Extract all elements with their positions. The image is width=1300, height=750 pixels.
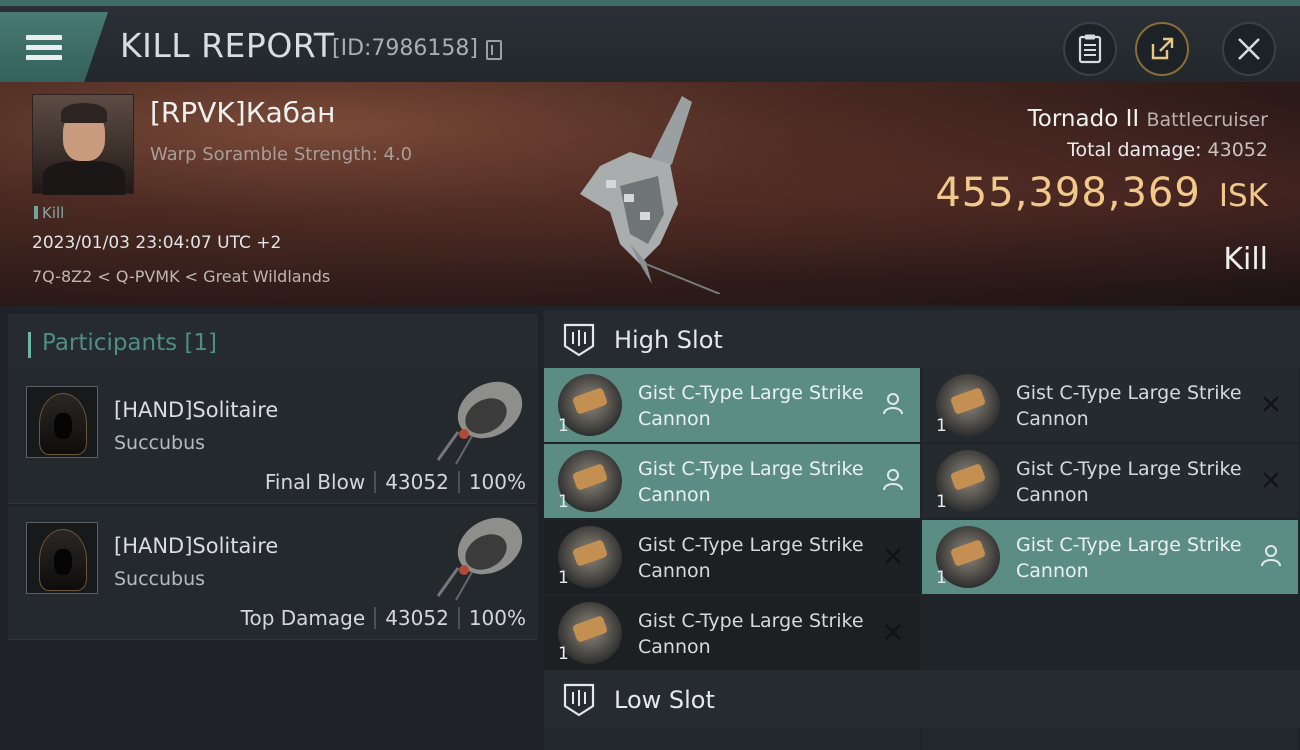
module-name: Gist C-Type Large Strike Cannon xyxy=(638,382,864,430)
participant-stats: Top Damage 43052 100% xyxy=(241,606,526,630)
low-slot-icon xyxy=(563,683,595,717)
module-slot[interactable]: 1 Gist C-Type Large Strike Cannon xyxy=(922,368,1298,442)
total-damage-value: 43052 xyxy=(1207,139,1268,161)
module-qty: 1 xyxy=(936,416,947,436)
victim-name[interactable]: [RPVK]Кабан xyxy=(150,96,335,129)
share-icon xyxy=(1151,37,1174,60)
high-slot-header: High Slot xyxy=(544,310,1300,368)
total-damage: Total damage: 43052 xyxy=(1067,139,1268,161)
victim-banner: [RPVK]Кабан Warp Soramble Strength: 4.0 … xyxy=(0,82,1300,306)
kill-result: Kill xyxy=(1223,242,1268,277)
kill-datetime: 2023/01/03 23:04:07 UTC +2 xyxy=(32,233,282,253)
close-icon xyxy=(1238,38,1260,60)
module-qty: 1 xyxy=(936,568,947,588)
kill-location[interactable]: 7Q-8Z2 < Q-PVMK < Great Wildlands xyxy=(32,267,330,286)
ship-render xyxy=(580,96,721,294)
clipboard-icon xyxy=(1078,34,1102,64)
copy-icon[interactable] xyxy=(486,40,502,60)
module-qty: 1 xyxy=(558,644,569,664)
user-icon xyxy=(1261,545,1281,567)
module-qty: 1 xyxy=(558,568,569,588)
participant-name[interactable]: [HAND]Solitaire xyxy=(114,534,278,558)
x-icon xyxy=(885,548,901,564)
module-qty: 1 xyxy=(558,492,569,512)
user-icon xyxy=(883,393,903,415)
close-button[interactable] xyxy=(1222,22,1276,76)
module-slot[interactable]: 1 Gist C-Type Large Strike Cannon xyxy=(544,368,920,442)
module-qty: 1 xyxy=(558,416,569,436)
module-slot[interactable]: 1 Gist C-Type Large Strike Cannon xyxy=(922,444,1298,518)
ship-type[interactable]: Tornado II Battlecruiser xyxy=(1028,106,1268,132)
module-name: Gist C-Type Large Strike Cannon xyxy=(1016,382,1242,430)
participant-role: Top Damage xyxy=(240,606,366,630)
module-name: Gist C-Type Large Strike Cannon xyxy=(638,458,864,506)
participant-percent: 100% xyxy=(468,606,526,630)
clipboard-button[interactable] xyxy=(1063,22,1117,76)
top-bar: KILL REPORT [ID:7986158] xyxy=(0,0,1300,82)
isk-value: 455,398,369 ISK xyxy=(935,170,1268,216)
high-slot-icon xyxy=(563,323,595,357)
participant-name[interactable]: [HAND]Solitaire xyxy=(114,398,278,422)
isk-amount: 455,398,369 xyxy=(935,170,1201,216)
module-slot-partial[interactable] xyxy=(922,728,1298,750)
page-title: KILL REPORT xyxy=(120,26,335,65)
hamburger-icon xyxy=(26,30,62,65)
participant-avatar[interactable] xyxy=(26,386,98,458)
module-slot[interactable]: 1 Gist C-Type Large Strike Cannon xyxy=(544,444,920,518)
low-slot-header: Low Slot xyxy=(544,670,1300,728)
module-name: Gist C-Type Large Strike Cannon xyxy=(638,534,864,582)
high-slot-label: High Slot xyxy=(614,326,723,354)
x-icon xyxy=(885,624,901,640)
module-slot[interactable]: 1 Gist C-Type Large Strike Cannon xyxy=(544,520,920,594)
x-icon xyxy=(1263,472,1279,488)
ship-class: Battlecruiser xyxy=(1146,109,1268,131)
participant-row[interactable]: [HAND]Solitaire Succubus Top Damage 43052… xyxy=(8,506,538,640)
participant-ship-render xyxy=(436,517,523,601)
participant-role: Final Blow xyxy=(264,470,366,494)
module-slot[interactable]: 1 Gist C-Type Large Strike Cannon xyxy=(922,520,1298,594)
participants-header: Participants [1] xyxy=(8,314,538,372)
menu-button[interactable] xyxy=(0,12,108,82)
participant-damage: 43052 xyxy=(385,606,449,630)
share-button[interactable] xyxy=(1135,22,1189,76)
participant-percent: 100% xyxy=(468,470,526,494)
module-name: Gist C-Type Large Strike Cannon xyxy=(1016,534,1242,582)
participant-ship-render xyxy=(436,381,523,465)
victim-subtitle: Warp Soramble Strength: 4.0 xyxy=(150,144,413,165)
module-name: Gist C-Type Large Strike Cannon xyxy=(1016,458,1242,506)
participant-avatar[interactable] xyxy=(26,522,98,594)
fitting-panel: High Slot 1 Gist C-Type Large Strike Can… xyxy=(540,306,1300,750)
x-icon xyxy=(1263,396,1279,412)
participant-damage: 43052 xyxy=(385,470,449,494)
kill-id: [ID:7986158] xyxy=(332,36,478,61)
module-slot-partial[interactable] xyxy=(544,728,920,750)
kill-tag: Kill xyxy=(34,204,64,222)
participants-panel: Participants [1] [HAND]Solitaire Succubu… xyxy=(0,306,540,750)
participant-ship: Succubus xyxy=(114,568,206,590)
module-slot[interactable]: 1 Gist C-Type Large Strike Cannon xyxy=(544,596,920,670)
user-icon xyxy=(883,469,903,491)
ship-name: Tornado II xyxy=(1027,106,1140,132)
participant-row[interactable]: [HAND]Solitaire Succubus Final Blow 43052… xyxy=(8,370,538,504)
module-name: Gist C-Type Large Strike Cannon xyxy=(638,610,864,658)
victim-portrait[interactable] xyxy=(32,94,134,195)
participant-ship: Succubus xyxy=(114,432,206,454)
low-slot-label: Low Slot xyxy=(614,686,715,714)
module-qty: 1 xyxy=(936,492,947,512)
participants-title: Participants [1] xyxy=(42,330,217,356)
participant-stats: Final Blow 43052 100% xyxy=(265,470,526,494)
total-damage-label: Total damage: xyxy=(1067,139,1202,161)
isk-unit: ISK xyxy=(1218,178,1268,214)
